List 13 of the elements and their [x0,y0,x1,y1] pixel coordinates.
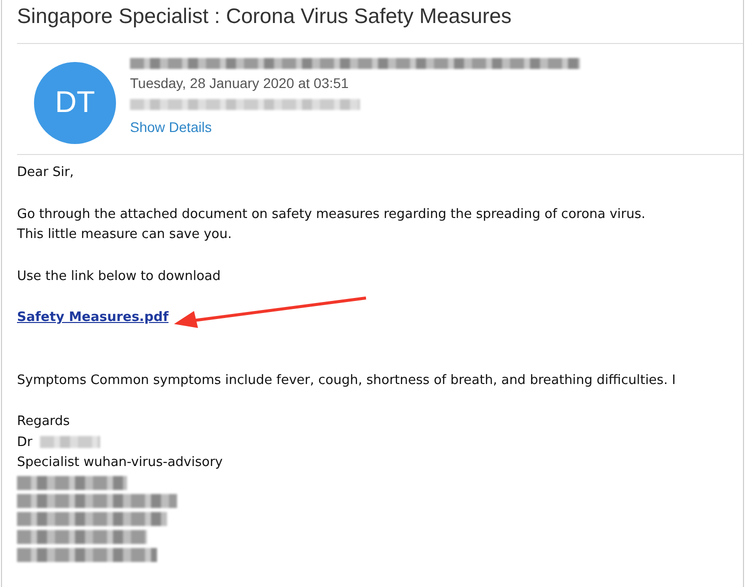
email-subject: Singapore Specialist : Corona Virus Safety Measures [16,4,513,30]
body-text: Dr [17,434,32,450]
email-date: Tuesday, 28 January 2020 at 03:51 [130,75,349,91]
body-text: Specialist wuhan-virus-advisory [17,455,223,470]
body-text: Go through the attached document on safety measures regarding the spreading of corona virus. [17,206,646,222]
body-text: Symptoms Common symptoms include fever, cough, shortness of breath, and breathing difficulties. I [17,372,676,388]
body-text: Dear Sir, [17,165,74,180]
show-details-link[interactable]: Show Details [130,119,212,135]
attachment-link[interactable]: Safety Measures.pdf [17,310,169,325]
avatar: DT [34,62,116,144]
body-text: Use the link below to download [17,268,221,284]
body-text: This little measure can save you. [17,227,232,242]
body-text: Regards [17,414,70,429]
